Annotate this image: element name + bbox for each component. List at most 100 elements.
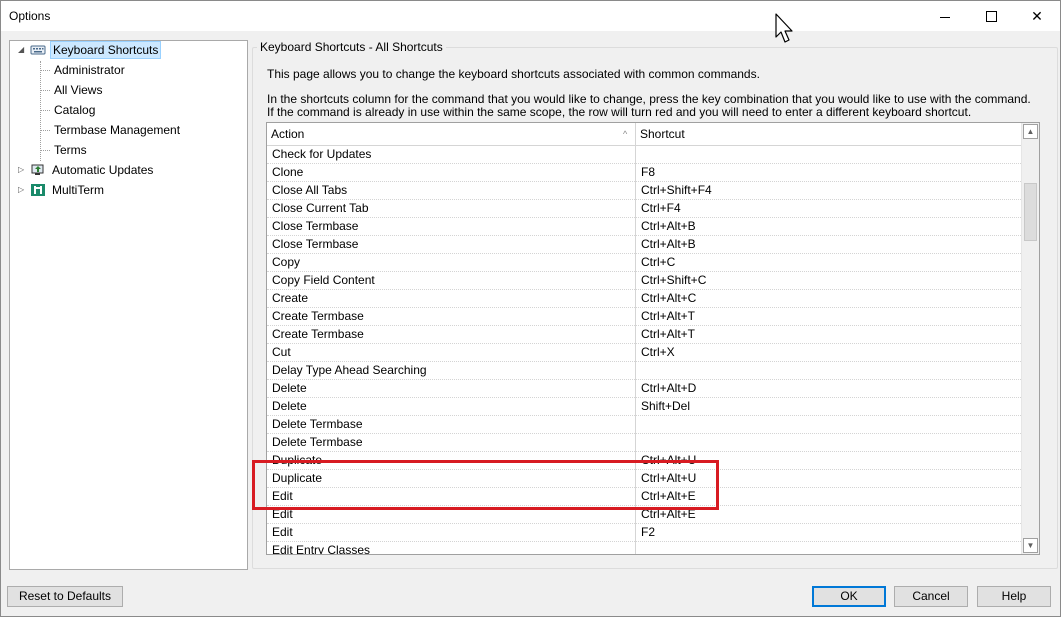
table-row[interactable]: Edit Entry Classes <box>267 542 1021 555</box>
column-header-shortcut[interactable]: Shortcut <box>636 123 1020 145</box>
table-row[interactable]: Close Current Tab Ctrl+F4 <box>267 200 1021 218</box>
table-row[interactable]: Close Termbase Ctrl+Alt+B <box>267 218 1021 236</box>
table-row[interactable]: Close All Tabs Ctrl+Shift+F4 <box>267 182 1021 200</box>
shortcut-cell[interactable]: Ctrl+Alt+C <box>641 290 1011 307</box>
table-row[interactable]: Create Termbase Ctrl+Alt+T <box>267 308 1021 326</box>
shortcut-cell[interactable]: Ctrl+Alt+D <box>641 380 1011 397</box>
table-row[interactable]: Delete Termbase <box>267 416 1021 434</box>
help-button[interactable]: Help <box>977 586 1051 607</box>
action-cell: Delete Termbase <box>272 417 363 431</box>
table-row[interactable]: Duplicate Ctrl+Alt+U <box>267 470 1021 488</box>
action-cell: Copy <box>272 255 301 269</box>
action-cell: Close Termbase <box>272 219 359 233</box>
action-cell: Edit <box>272 507 293 521</box>
action-cell: Edit <box>272 489 293 503</box>
table-row[interactable]: Copy Field Content Ctrl+Shift+C <box>267 272 1021 290</box>
reset-to-defaults-label: Reset to Defaults <box>18 589 112 603</box>
shortcut-cell[interactable]: Ctrl+Alt+U <box>641 470 1011 487</box>
table-row[interactable]: Delete Ctrl+Alt+D <box>267 380 1021 398</box>
action-cell: Cut <box>272 345 291 359</box>
table-row[interactable]: Delete Termbase <box>267 434 1021 452</box>
shortcut-cell[interactable]: Ctrl+Alt+T <box>641 308 1011 325</box>
tree-connector <box>41 130 50 131</box>
table-row[interactable]: Check for Updates <box>267 146 1021 164</box>
table-row[interactable]: Clone F8 <box>267 164 1021 182</box>
shortcut-cell[interactable]: Ctrl+Alt+U <box>641 452 1011 469</box>
shortcut-cell[interactable]: Ctrl+Alt+E <box>641 506 1011 523</box>
table-row[interactable]: Create Ctrl+Alt+C <box>267 290 1021 308</box>
ok-label: OK <box>840 589 858 603</box>
tree-item-label: Administrator <box>54 63 125 77</box>
reset-to-defaults-button[interactable]: Reset to Defaults <box>7 586 123 607</box>
shortcut-cell[interactable]: Ctrl+Shift+C <box>641 272 1011 289</box>
grid-header: Action ^ Shortcut <box>267 123 1021 146</box>
shortcut-cell[interactable]: Ctrl+X <box>641 344 1011 361</box>
close-button[interactable]: ✕ <box>1014 1 1060 31</box>
column-header-action[interactable]: Action <box>267 123 636 145</box>
options-tree[interactable]: ◢ Keyboard Shortcuts Administrator All V… <box>9 40 248 570</box>
shortcut-cell[interactable]: Ctrl+Alt+E <box>641 488 1011 505</box>
scroll-thumb[interactable] <box>1024 183 1037 241</box>
shortcuts-grid[interactable]: Action ^ Shortcut Check for Updates Clone… <box>266 122 1040 555</box>
shortcut-cell[interactable]: Shift+Del <box>641 398 1011 415</box>
table-row[interactable]: Delete Shift+Del <box>267 398 1021 416</box>
tree-item-keyboard-shortcuts[interactable]: ◢ Keyboard Shortcuts <box>10 41 240 59</box>
update-icon <box>30 163 46 177</box>
table-row[interactable]: Close Termbase Ctrl+Alt+B <box>267 236 1021 254</box>
tree-item-multiterm[interactable]: ▷ MultiTerm <box>10 181 240 199</box>
maximize-icon <box>985 10 997 22</box>
table-row[interactable]: Delay Type Ahead Searching <box>267 362 1021 380</box>
cancel-button[interactable]: Cancel <box>894 586 968 607</box>
grid-rows: Check for Updates Clone F8 Close All Tabs Ct… <box>267 146 1021 555</box>
cancel-label: Cancel <box>912 589 950 603</box>
title-bar: Options ✕ <box>1 1 1060 31</box>
expand-icon[interactable]: ▷ <box>18 161 28 179</box>
shortcut-cell[interactable]: Ctrl+Alt+B <box>641 236 1011 253</box>
multiterm-icon <box>30 183 46 197</box>
table-row[interactable]: Create Termbase Ctrl+Alt+T <box>267 326 1021 344</box>
action-cell: Delete Termbase <box>272 435 363 449</box>
shortcut-cell[interactable]: Ctrl+Shift+F4 <box>641 182 1011 199</box>
action-cell: Edit <box>272 525 293 539</box>
scroll-up-button[interactable]: ▲ <box>1023 124 1038 139</box>
tree-connector <box>41 110 50 111</box>
tree-item-label: Keyboard Shortcuts <box>50 41 162 59</box>
table-row[interactable]: Duplicate Ctrl+Alt+U <box>267 452 1021 470</box>
action-cell: Edit Entry Classes <box>272 543 371 555</box>
action-cell: Delete <box>272 399 307 413</box>
table-row[interactable]: Cut Ctrl+X <box>267 344 1021 362</box>
action-cell: Delete <box>272 381 307 395</box>
tree-connector <box>41 150 50 151</box>
collapse-icon[interactable]: ◢ <box>18 41 28 59</box>
action-cell: Clone <box>272 165 304 179</box>
tree-item-label: Termbase Management <box>54 123 181 137</box>
action-cell: Duplicate <box>272 453 323 467</box>
minimize-icon <box>940 16 950 18</box>
ok-button[interactable]: OK <box>812 586 886 607</box>
action-cell: Close Termbase <box>272 237 359 251</box>
table-row[interactable]: Edit F2 <box>267 524 1021 542</box>
tree-connector <box>41 70 50 71</box>
maximize-button[interactable] <box>968 1 1014 31</box>
tree-connector <box>41 90 50 91</box>
shortcut-cell[interactable]: Ctrl+F4 <box>641 200 1011 217</box>
shortcut-cell[interactable]: Ctrl+Alt+T <box>641 326 1011 343</box>
action-cell: Check for Updates <box>272 147 372 161</box>
action-cell: Copy Field Content <box>272 273 375 287</box>
shortcut-cell[interactable]: F8 <box>641 164 1011 181</box>
minimize-button[interactable] <box>922 1 968 31</box>
tree-connector <box>40 61 41 161</box>
table-row[interactable]: Copy Ctrl+C <box>267 254 1021 272</box>
vertical-scrollbar[interactable]: ▲ ▼ <box>1021 123 1039 554</box>
tree-item-label: Terms <box>54 143 87 157</box>
shortcut-cell[interactable]: F2 <box>641 524 1011 541</box>
scroll-down-button[interactable]: ▼ <box>1023 538 1038 553</box>
expand-icon[interactable]: ▷ <box>18 181 28 199</box>
shortcut-cell[interactable]: Ctrl+Alt+B <box>641 218 1011 235</box>
mouse-cursor-icon <box>775 13 797 45</box>
shortcut-cell[interactable]: Ctrl+C <box>641 254 1011 271</box>
table-row[interactable]: Edit Ctrl+Alt+E <box>267 488 1021 506</box>
table-row[interactable]: Edit Ctrl+Alt+E <box>267 506 1021 524</box>
tree-item-label: MultiTerm <box>52 183 105 197</box>
tree-item-automatic-updates[interactable]: ▷ Automatic Updates <box>10 161 240 179</box>
